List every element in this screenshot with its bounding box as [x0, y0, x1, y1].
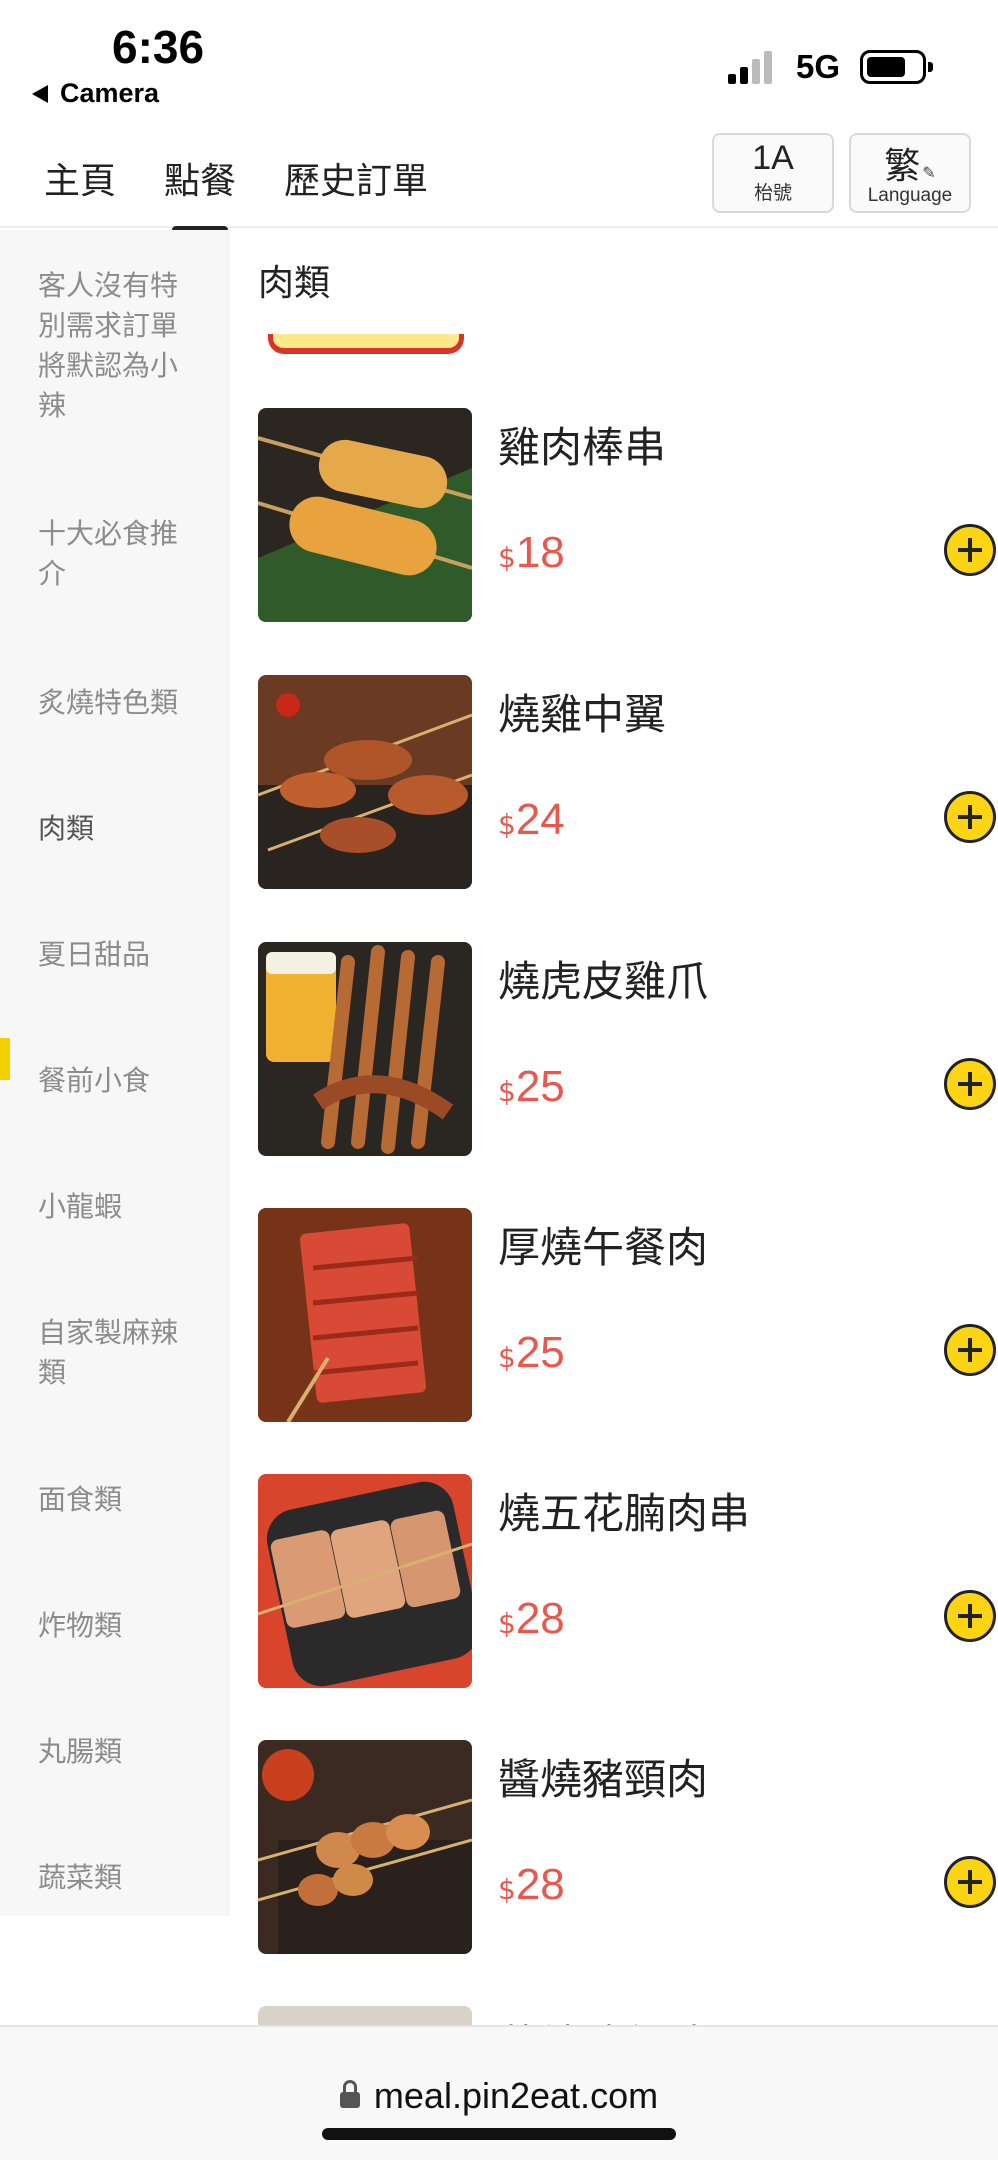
tab-order[interactable]: 點餐 — [164, 152, 236, 234]
pork-belly-photo — [258, 1474, 472, 1688]
menu-item[interactable]: 醬燒豬仔髀 — [258, 2006, 970, 2025]
url-display[interactable]: meal.pin2eat.com — [0, 2075, 998, 2117]
sidebar-item-spicy-note[interactable]: 客人沒有特別需求訂單將默認為小辣 — [38, 266, 198, 426]
top-nav: 主頁 點餐 歷史訂單 1A 枱號 繁 ✎ Language — [0, 128, 998, 234]
chicken-feet-photo — [258, 942, 472, 1156]
item-price: $25 — [498, 1328, 565, 1377]
language-label: Language — [867, 185, 953, 206]
item-name: 醬燒豬仔髀 — [498, 2012, 708, 2025]
item-name: 醬燒豬頸肉 — [498, 1755, 709, 1804]
sidebar-item-vegetables[interactable]: 蔬菜類 — [38, 1858, 198, 1898]
pork-leg-photo — [258, 2006, 472, 2025]
section-title: 肉類 — [258, 263, 331, 304]
menu-item[interactable]: 燒虎皮雞爪 $25 — [258, 942, 996, 1156]
item-name: 燒雞中翼 — [498, 690, 667, 739]
home-indicator[interactable] — [322, 2128, 676, 2140]
sidebar-item-fried[interactable]: 炸物類 — [38, 1606, 198, 1646]
menu-item[interactable]: 雞肉棒串 $18 — [258, 408, 996, 622]
item-price: $28 — [498, 1594, 565, 1643]
promo-banner — [268, 334, 464, 354]
item-price: $25 — [498, 1062, 565, 1111]
sidebar-item-appetizers[interactable]: 餐前小食 — [38, 1061, 198, 1101]
back-arrow-icon — [32, 84, 48, 103]
screen: 6:36 Camera 5G 主頁 點餐 歷史訂單 1A 枱號 繁 ✎ Langu… — [0, 0, 998, 2160]
url-text: meal.pin2eat.com — [373, 2075, 659, 2116]
clock: 6:36 — [112, 21, 205, 73]
plus-circle-icon[interactable] — [944, 1324, 996, 1376]
item-name: 雞肉棒串 — [498, 423, 667, 472]
category-sidebar: 客人沒有特別需求訂單將默認為小辣 十大必食推介 炙燒特色類 肉類 夏日甜品 餐前… — [0, 230, 230, 1916]
sidebar-item-meat[interactable]: 肉類 — [38, 809, 198, 849]
lock-icon — [339, 2080, 360, 2108]
back-app-label: Camera — [60, 78, 160, 108]
tab-order-history[interactable]: 歷史訂單 — [284, 152, 428, 204]
plus-circle-icon[interactable] — [944, 1856, 996, 1908]
chicken-skewer-photo — [258, 408, 472, 622]
menu-item[interactable]: 厚燒午餐肉 $25 — [258, 1208, 996, 1422]
battery-icon — [860, 50, 933, 84]
network-type: 5G — [796, 48, 841, 85]
plus-circle-icon[interactable] — [944, 791, 996, 843]
sidebar-item-grilled-specials[interactable]: 炙燒特色類 — [38, 683, 198, 723]
active-category-marker — [0, 1038, 10, 1080]
status-bar: 6:36 Camera 5G — [0, 0, 998, 128]
menu-item[interactable]: 醬燒豬頸肉 $28 — [258, 1740, 996, 1954]
pencil-icon: ✎ — [922, 163, 936, 182]
item-name: 燒虎皮雞爪 — [498, 957, 709, 1006]
language-button[interactable]: 繁 ✎ Language — [849, 133, 971, 213]
table-number-label: 枱號 — [753, 182, 792, 204]
tab-home[interactable]: 主頁 — [44, 152, 116, 204]
sidebar-item-noodles[interactable]: 面食類 — [38, 1480, 198, 1520]
sidebar-item-homemade-mala[interactable]: 自家製麻辣類 — [38, 1313, 198, 1393]
table-number: 1A — [752, 139, 794, 177]
signal-icon — [728, 50, 780, 84]
plus-circle-icon[interactable] — [944, 1058, 996, 1110]
sidebar-item-balls-sausages[interactable]: 丸腸類 — [38, 1732, 198, 1772]
back-to-app-link[interactable]: Camera — [32, 78, 159, 109]
menu-item[interactable]: 燒雞中翼 $24 — [258, 675, 996, 889]
chicken-wing-photo — [258, 675, 472, 889]
item-name: 厚燒午餐肉 — [498, 1223, 709, 1272]
plus-circle-icon[interactable] — [944, 1590, 996, 1642]
menu-item[interactable]: 燒五花腩肉串 $28 — [258, 1474, 996, 1688]
sidebar-item-top-ten[interactable]: 十大必食推介 — [38, 514, 198, 594]
item-price: $24 — [498, 795, 565, 844]
table-number-box[interactable]: 1A 枱號 — [712, 133, 834, 213]
luncheon-meat-photo — [258, 1208, 472, 1422]
language-current: 繁 — [884, 146, 921, 187]
sidebar-item-summer-desserts[interactable]: 夏日甜品 — [38, 935, 198, 975]
item-price: $18 — [498, 528, 565, 577]
item-price: $28 — [498, 1860, 565, 1909]
sidebar-item-crayfish[interactable]: 小龍蝦 — [38, 1187, 198, 1227]
item-name: 燒五花腩肉串 — [498, 1489, 751, 1538]
menu-content: 肉類 雞肉棒串 $18 燒雞中翼 $24 燒虎皮雞爪 $25 厚燒午餐肉 $25… — [230, 230, 998, 2025]
plus-circle-icon[interactable] — [944, 524, 996, 576]
pork-neck-photo — [258, 1740, 472, 1954]
